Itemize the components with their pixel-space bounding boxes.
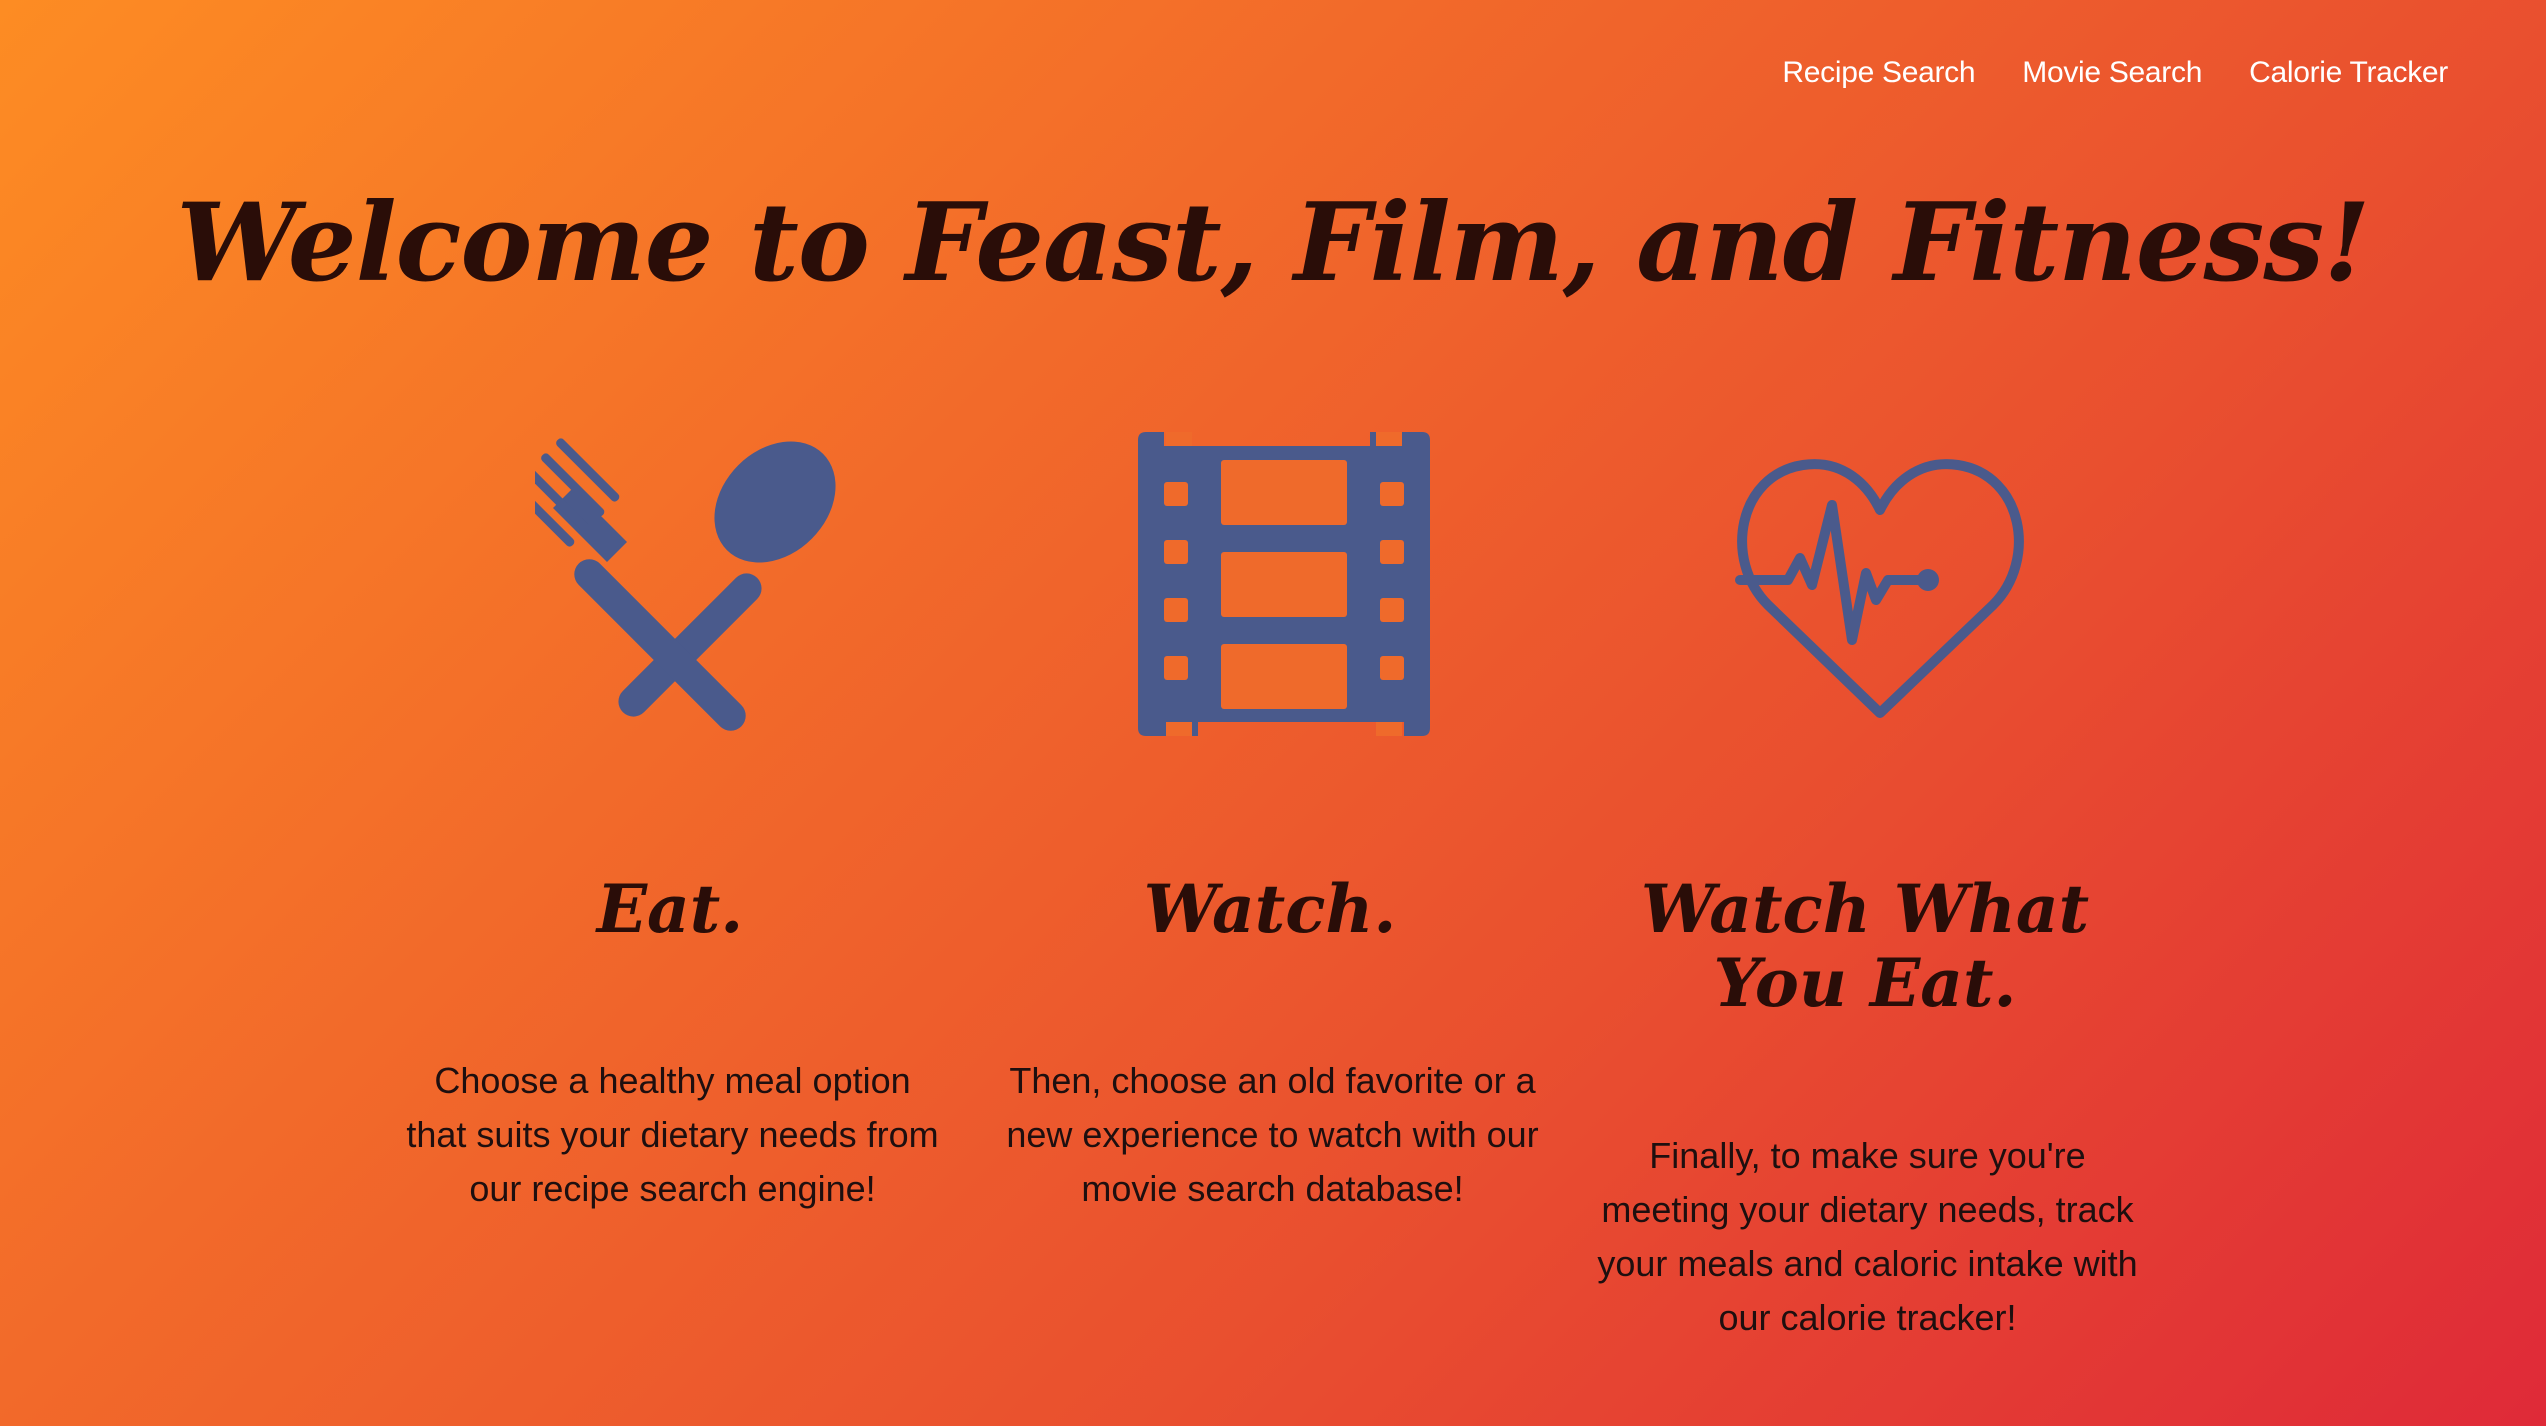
- feature-heading-watch: Watch.: [1143, 870, 1397, 948]
- feature-text-eat: Choose a healthy meal option that suits …: [406, 1060, 939, 1209]
- page-title: Welcome to Feast, Film, and Fitness!: [176, 180, 2370, 306]
- feature-heading-eat: Eat.: [596, 870, 744, 948]
- nav-link-calorie-tracker[interactable]: Calorie Tracker: [2249, 56, 2448, 90]
- feature-text-calorie-tracker: Finally, to make sure you're meeting you…: [1597, 1135, 2138, 1338]
- top-nav: Recipe Search Movie Search Calorie Track…: [1782, 56, 2448, 90]
- feature-text-watch: Then, choose an old favorite or a new ex…: [1006, 1060, 1539, 1209]
- nav-link-recipe-search[interactable]: Recipe Search: [1782, 56, 1975, 90]
- heart-pulse-icon: [1728, 455, 2033, 720]
- fork-spoon-icon: [535, 430, 840, 735]
- nav-link-movie-search[interactable]: Movie Search: [2022, 56, 2202, 90]
- feature-heading-watch-what-you-eat: Watch What You Eat.: [1640, 870, 2090, 1022]
- film-strip-icon: [1138, 432, 1430, 736]
